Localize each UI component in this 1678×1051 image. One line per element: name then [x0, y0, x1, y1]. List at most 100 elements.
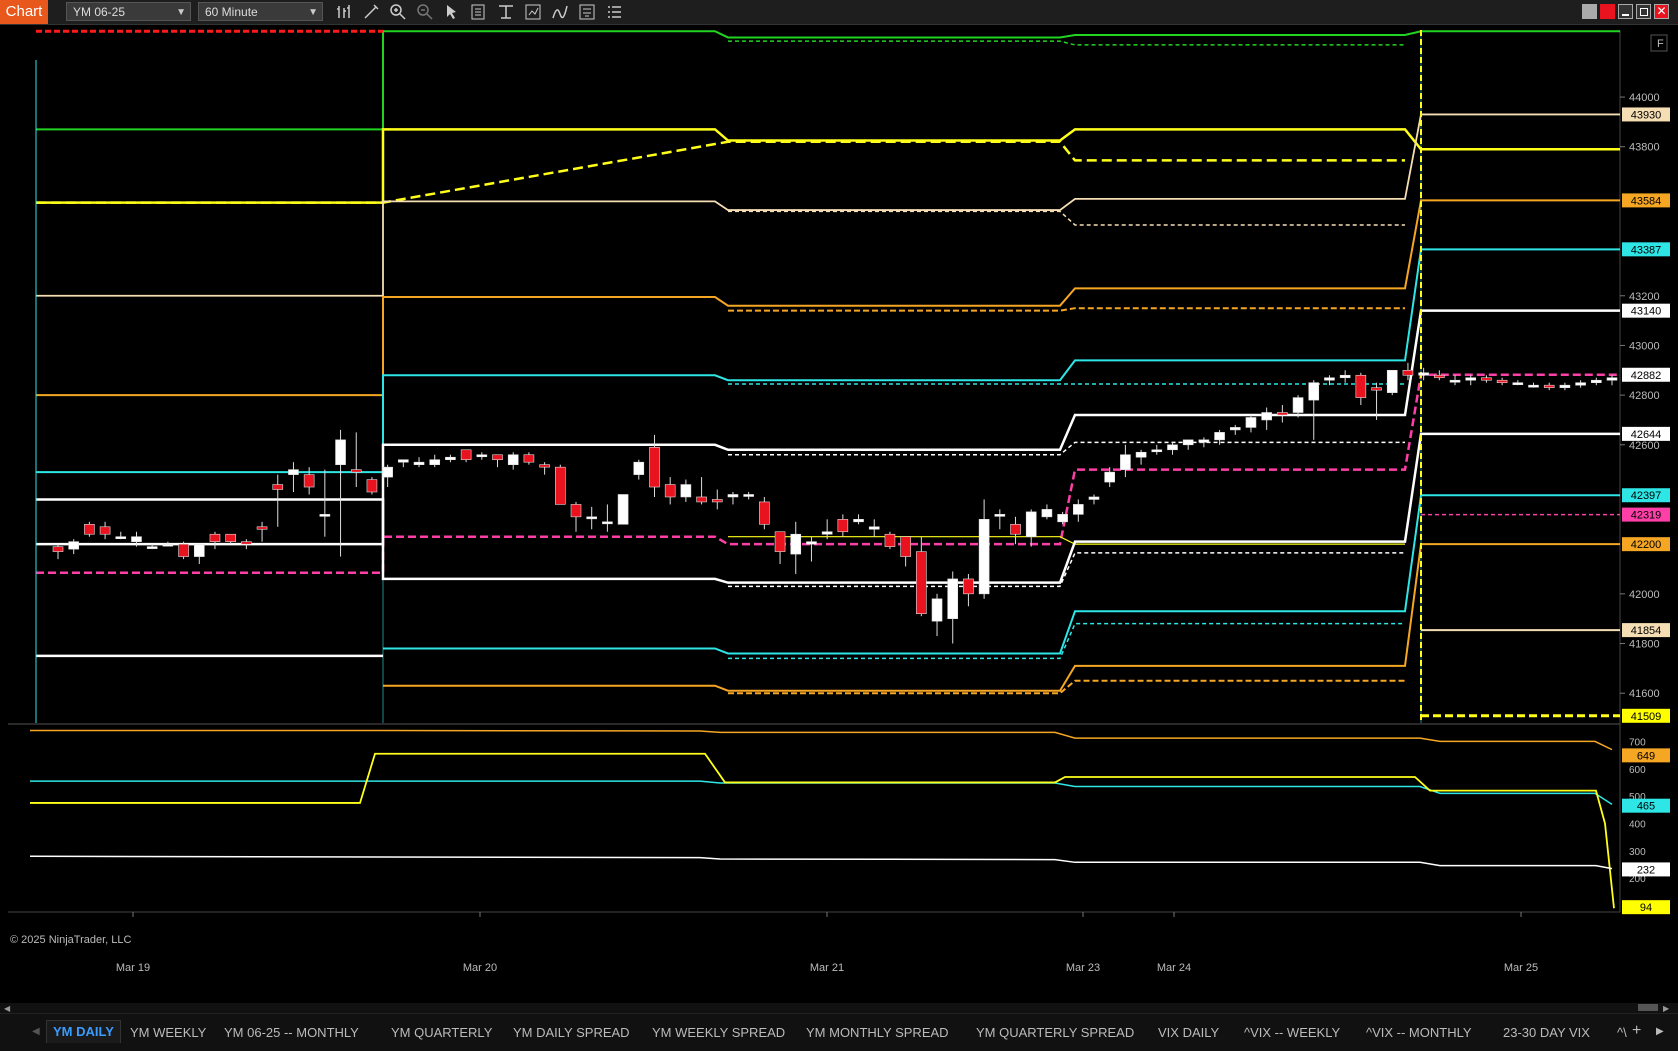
candle-body — [1229, 427, 1241, 431]
tab-vix-daily[interactable]: VIX DAILY — [1158, 1022, 1219, 1044]
tab-ym-quarterly[interactable]: YM QUARTERLY — [391, 1022, 492, 1044]
scroll-thumb[interactable] — [1638, 1004, 1658, 1011]
candle-body — [1339, 374, 1351, 379]
indicator-cyan-line — [30, 780, 1613, 805]
list-icon[interactable] — [605, 3, 623, 21]
time-tick-label: Mar 23 — [1066, 962, 1100, 974]
tab-ym-06-25-monthly[interactable]: YM 06-25 -- MONTHLY — [224, 1022, 359, 1044]
zoom-in-icon[interactable] — [389, 3, 407, 21]
tab-scroll-left-icon[interactable]: ◀ — [32, 1026, 40, 1037]
indicator-tick-label: 700 — [1629, 737, 1646, 748]
candle-body — [350, 469, 362, 473]
tab-ym-monthly-spread[interactable]: YM MONTHLY SPREAD — [806, 1022, 949, 1044]
price-marker-label: 43930 — [1631, 109, 1662, 121]
candle-body — [319, 514, 331, 517]
indicators-icon[interactable] — [551, 3, 569, 21]
candle-body — [759, 501, 770, 525]
price-marker-label: 41854 — [1631, 625, 1662, 637]
scroll-right-icon[interactable]: ▶ — [1663, 1004, 1669, 1013]
draw-icon[interactable] — [362, 3, 380, 21]
indicator-marker-label: 465 — [1637, 801, 1655, 813]
data-box-icon[interactable] — [470, 3, 488, 21]
close-icon[interactable]: ✕ — [1654, 4, 1669, 19]
indicator-marker-label: 649 — [1637, 750, 1655, 762]
time-tick-label: Mar 19 — [116, 962, 150, 974]
price-tick-label: 42000 — [1629, 589, 1660, 601]
tab-ym-weekly[interactable]: YM WEEKLY — [130, 1022, 206, 1044]
candle-body — [52, 546, 64, 552]
candle-body — [963, 578, 974, 595]
candle-body — [1104, 471, 1115, 483]
pointer-icon[interactable] — [443, 3, 461, 21]
price-tick-label: 41800 — [1629, 639, 1660, 651]
candle-body — [1308, 382, 1320, 401]
candle-body — [649, 446, 660, 488]
horizontal-scrollbar[interactable]: ◀ ▶ — [0, 1003, 1678, 1013]
candle-body — [539, 464, 550, 468]
candle-body — [555, 466, 566, 505]
candle-body — [1151, 449, 1163, 453]
candle-body — [1214, 432, 1225, 441]
maximize-icon[interactable] — [1636, 4, 1651, 19]
instrument-selector[interactable]: YM 06-25 ▼ — [66, 2, 191, 21]
time-tick-label: Mar 21 — [810, 962, 844, 974]
tab-vix-weekly[interactable]: ^VIX -- WEEKLY — [1244, 1022, 1340, 1044]
candle-body — [837, 519, 849, 533]
minimize-icon[interactable] — [1618, 4, 1633, 19]
price-marker-label: 42200 — [1631, 539, 1662, 551]
candle-body — [1261, 412, 1272, 421]
zoom-out-icon[interactable] — [416, 3, 434, 21]
restore-icon[interactable] — [1582, 4, 1597, 19]
candle-body — [382, 466, 393, 478]
tab-ym-daily-spread[interactable]: YM DAILY SPREAD — [513, 1022, 630, 1044]
candle-body — [1418, 372, 1429, 376]
tab-23-30-day-vix[interactable]: 23-30 DAY VIX — [1503, 1022, 1590, 1044]
candle-body — [853, 519, 864, 523]
properties-icon[interactable] — [524, 3, 542, 21]
candle-body — [193, 543, 205, 557]
price-marker-label: 42882 — [1631, 370, 1662, 382]
tab-ym-weekly-spread[interactable]: YM WEEKLY SPREAD — [652, 1022, 785, 1044]
candle-body — [1120, 454, 1131, 470]
candle-body — [586, 516, 597, 520]
tab-ym-quarterly-spread[interactable]: YM QUARTERLY SPREAD — [976, 1022, 1134, 1044]
price-chart[interactable]: 44000 43800 43200 43000 42800 42600 42000 41800… — [0, 25, 1678, 1003]
candle-body — [978, 519, 990, 595]
scroll-left-icon[interactable]: ◀ — [4, 1004, 10, 1013]
tab-scroll-right-icon[interactable]: ▶ — [1656, 1026, 1664, 1037]
candle-body — [680, 484, 692, 498]
candle-body — [868, 526, 880, 530]
candle-body — [209, 533, 221, 542]
price-tick-label: 43800 — [1629, 142, 1660, 154]
time-tick-label: Mar 20 — [463, 962, 497, 974]
tab-vix-monthly[interactable]: ^VIX -- MONTHLY — [1366, 1022, 1472, 1044]
candle-body — [68, 541, 79, 550]
color-icon[interactable] — [1600, 4, 1615, 19]
candle-body — [743, 494, 754, 497]
candle-body — [225, 533, 236, 542]
tab-[interactable]: ^\ — [1617, 1022, 1627, 1044]
candle-body — [1057, 514, 1068, 523]
interval-selector[interactable]: 60 Minute ▼ — [198, 2, 323, 21]
candle-body — [288, 469, 299, 475]
candle-body — [1041, 509, 1053, 518]
candle-body — [1449, 379, 1461, 383]
tab-ym-daily[interactable]: YM DAILY — [46, 1020, 121, 1043]
indicator-orange-line — [30, 729, 1613, 751]
indicator-tick-label: 300 — [1629, 847, 1646, 858]
instrument-value: YM 06-25 — [73, 5, 126, 19]
candle-body — [398, 459, 409, 463]
bars-type-icon[interactable] — [335, 3, 353, 21]
candle-body — [1371, 387, 1382, 391]
candle-body — [84, 523, 95, 535]
candle-body — [1434, 374, 1445, 379]
add-tab-icon[interactable]: + — [1632, 1022, 1641, 1040]
templates-icon[interactable] — [497, 3, 515, 21]
price-marker-label: 41509 — [1631, 711, 1662, 723]
candle-body — [1386, 369, 1398, 393]
indicator-white-line — [29, 855, 1613, 870]
price-tick-label: 43200 — [1629, 291, 1660, 303]
candle-body — [727, 494, 739, 498]
strategies-icon[interactable] — [578, 3, 596, 21]
flag-label: F — [1657, 38, 1664, 50]
